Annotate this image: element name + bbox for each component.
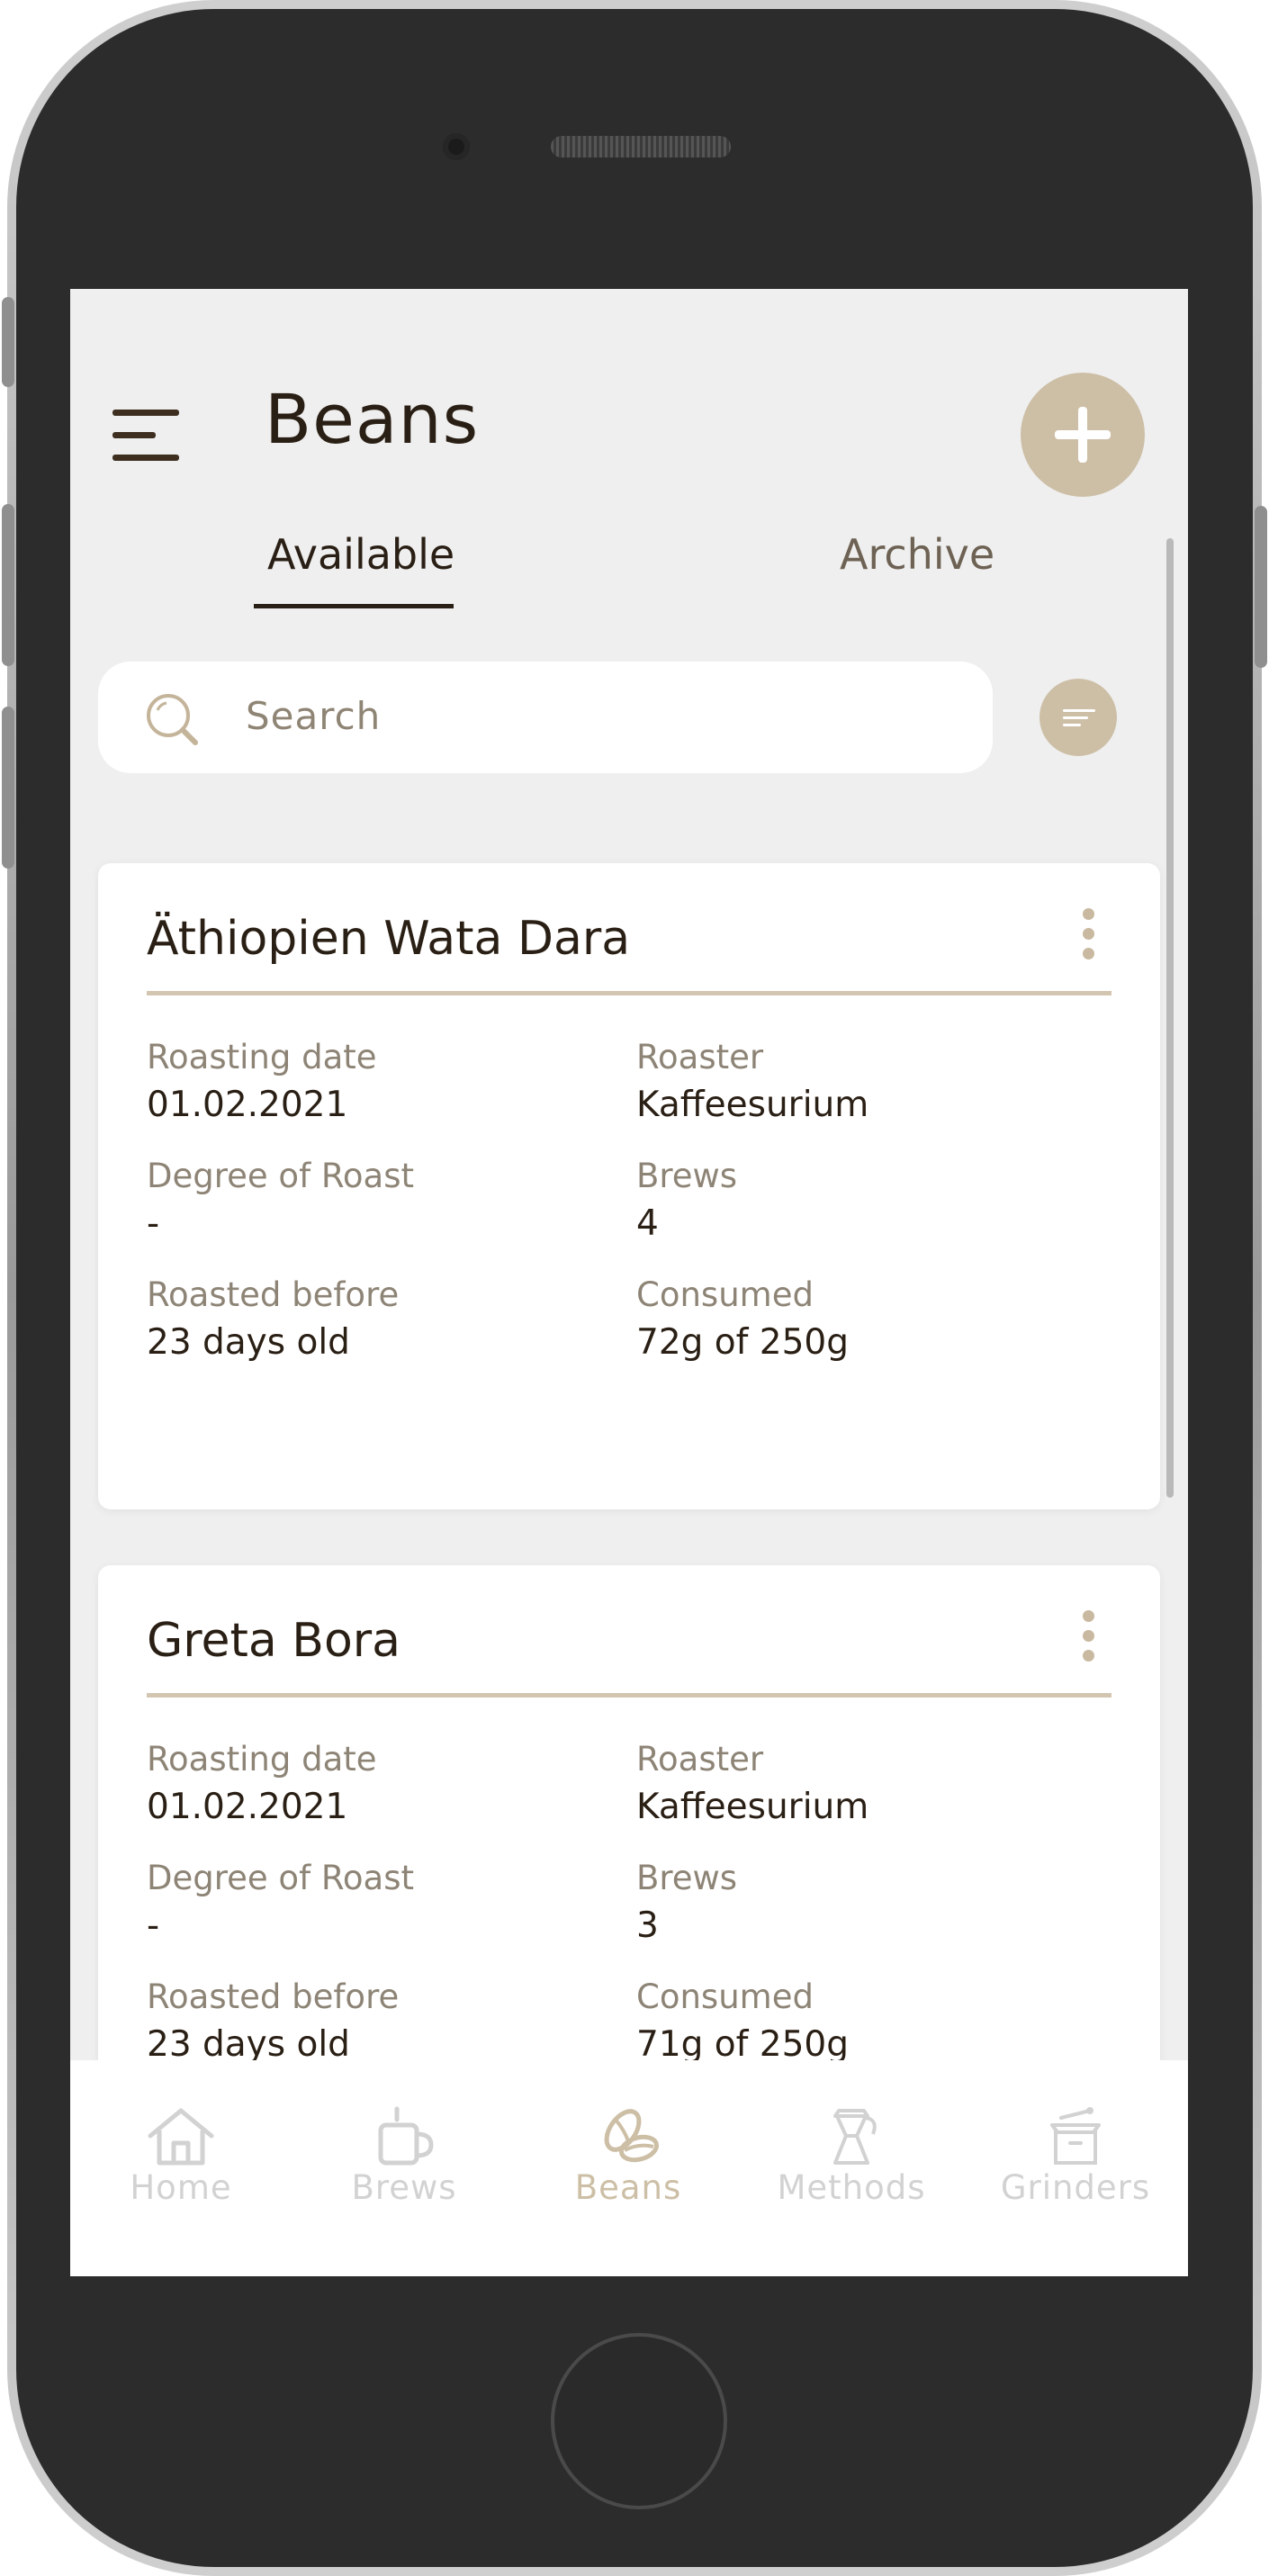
filter-icon-line [1063, 724, 1081, 726]
roaster-field: Roaster Kaffeesurium [636, 1736, 868, 1832]
home-icon [148, 2108, 214, 2166]
grinder-icon [1050, 2107, 1101, 2165]
field-label: Roaster [636, 1038, 764, 1076]
field-value: 72g of 250g [636, 1322, 849, 1363]
field-value: - [147, 1203, 160, 1244]
phone-power-button [1255, 506, 1267, 668]
field-label: Roasting date [147, 1740, 377, 1779]
degree-of-roast-field: Degree of Roast - [147, 1153, 414, 1248]
filter-button[interactable] [1040, 679, 1117, 756]
hamburger-menu-icon[interactable] [112, 410, 179, 462]
card-divider [147, 991, 1112, 995]
nav-item-home[interactable]: Home [91, 2105, 271, 2231]
tab-archive[interactable]: Archive [840, 530, 994, 579]
bean-name: Greta Bora [147, 1614, 401, 1668]
brews-field: Brews 4 [636, 1153, 737, 1248]
filter-icon-line [1063, 716, 1088, 719]
field-label: Degree of Roast [147, 1859, 414, 1897]
nav-item-grinders[interactable]: Grinders [986, 2105, 1166, 2231]
nav-item-methods[interactable]: Methods [761, 2105, 941, 2231]
bean-icon [604, 2109, 660, 2163]
page-title: Beans [265, 379, 480, 459]
moka-pot-icon [833, 2109, 877, 2165]
roaster-field: Roaster Kaffeesurium [636, 1034, 868, 1130]
field-label: Roasted before [147, 1977, 400, 2016]
bean-card[interactable]: Äthiopien Wata Dara Roasting date 01.02.… [98, 863, 1160, 1509]
plus-icon-vertical [1078, 407, 1087, 463]
field-value: 23 days old [147, 1322, 350, 1363]
bottom-navigation: Home Brews Beans Methods Grinders [70, 2060, 1188, 2276]
scrollbar[interactable] [1166, 538, 1174, 1498]
field-value: Kaffeesurium [636, 1085, 869, 1125]
more-options-icon[interactable] [1076, 903, 1102, 966]
field-label: Roaster [636, 1740, 764, 1779]
phone-volume-up-button [2, 504, 14, 666]
filter-icon [1063, 709, 1095, 712]
nav-label: Home [130, 2168, 232, 2207]
earpiece-speaker [551, 136, 731, 158]
consumed-field: Consumed 72g of 250g [636, 1272, 849, 1367]
field-label: Consumed [636, 1275, 814, 1314]
field-label: Brews [636, 1157, 738, 1195]
field-value: 01.02.2021 [147, 1085, 348, 1125]
field-label: Consumed [636, 1977, 814, 2016]
roasted-before-field: Roasted before 23 days old [147, 1272, 399, 1367]
nav-item-beans[interactable]: Beans [538, 2105, 718, 2231]
field-label: Degree of Roast [147, 1157, 414, 1195]
active-tab-indicator [254, 604, 454, 608]
field-value: 01.02.2021 [147, 1787, 348, 1827]
card-divider [147, 1693, 1112, 1698]
search-placeholder: Search [246, 694, 382, 738]
cup-icon [378, 2106, 434, 2166]
field-value: Kaffeesurium [636, 1787, 869, 1827]
field-value: 3 [636, 1905, 659, 1946]
brews-field: Brews 3 [636, 1855, 737, 1950]
nav-item-brews[interactable]: Brews [314, 2105, 494, 2231]
tab-available[interactable]: Available [267, 530, 454, 579]
field-value: - [147, 1905, 160, 1946]
phone-home-button[interactable] [551, 2333, 727, 2509]
field-label: Roasting date [147, 1038, 377, 1076]
consumed-field: Consumed 71g of 250g [636, 1974, 849, 2069]
front-camera [443, 133, 470, 160]
field-value: 4 [636, 1203, 659, 1244]
nav-label: Brews [351, 2168, 457, 2207]
field-label: Brews [636, 1859, 738, 1897]
phone-volume-down-button [2, 707, 14, 869]
app-screen: Beans Available Archive Search Äthiopien… [70, 289, 1188, 2276]
degree-of-roast-field: Degree of Roast - [147, 1855, 414, 1950]
roasting-date-field: Roasting date 01.02.2021 [147, 1736, 377, 1832]
nav-label: Grinders [1000, 2168, 1151, 2207]
field-label: Roasted before [147, 1275, 400, 1314]
more-options-icon[interactable] [1076, 1605, 1102, 1668]
roasted-before-field: Roasted before 23 days old [147, 1974, 399, 2069]
roasting-date-field: Roasting date 01.02.2021 [147, 1034, 377, 1130]
phone-side-button [2, 297, 14, 387]
search-icon [147, 694, 198, 745]
add-bean-button[interactable] [1021, 373, 1145, 497]
nav-label: Beans [574, 2168, 682, 2207]
nav-label: Methods [777, 2168, 926, 2207]
search-input[interactable]: Search [98, 662, 993, 773]
bean-name: Äthiopien Wata Dara [147, 912, 631, 966]
